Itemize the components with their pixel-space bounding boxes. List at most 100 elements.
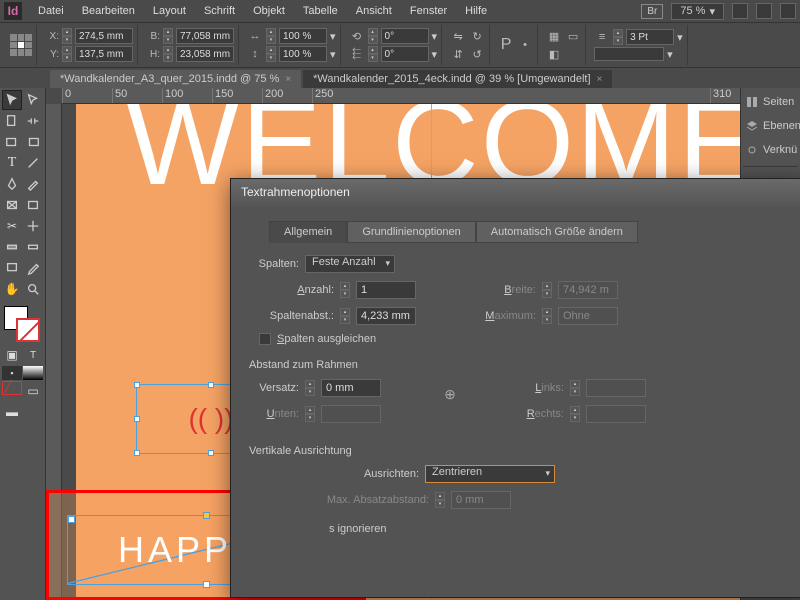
versatz-input[interactable] [321, 379, 381, 397]
ruler-horizontal[interactable]: 050100150200250310 [62, 88, 740, 104]
apply-color-icon[interactable]: ▪ [2, 366, 22, 380]
view-mode-preview[interactable]: ▬ [2, 402, 22, 422]
close-icon[interactable]: × [597, 74, 603, 85]
rechts-input [586, 405, 646, 423]
x-input[interactable] [75, 28, 133, 44]
maximum-input [558, 307, 618, 325]
free-transform-tool[interactable] [23, 216, 43, 236]
height-input[interactable] [176, 46, 234, 62]
type-tool[interactable]: T [2, 153, 22, 173]
toolbox: T ✂ ✋ ▣ T ▪ ╱ ▭ ▬ [0, 88, 46, 600]
fill-icon[interactable]: ▦ [546, 28, 562, 44]
scissors-tool[interactable]: ✂ [2, 216, 22, 236]
unten-label: Unten: [249, 408, 299, 420]
menu-objekt[interactable]: Objekt [245, 2, 293, 20]
screen-mode-button[interactable] [732, 3, 748, 19]
arrange-button[interactable] [756, 3, 772, 19]
content-collector-tool[interactable] [2, 132, 22, 152]
menu-schrift[interactable]: Schrift [196, 2, 243, 20]
panel-verknuepfungen[interactable]: Verknü [743, 140, 798, 160]
versatz-label: Versatz: [249, 382, 299, 394]
menu-fenster[interactable]: Fenster [402, 2, 455, 20]
breite-label: Breite: [476, 284, 536, 296]
maximum-label: Maximum: [476, 310, 536, 322]
menu-datei[interactable]: Datei [30, 2, 72, 20]
rectangle-tool[interactable] [23, 195, 43, 215]
menu-tabelle[interactable]: Tabelle [295, 2, 346, 20]
spalten-ausgleichen-checkbox[interactable]: Spalten ausgleichen [259, 333, 791, 345]
ausrichten-dropdown[interactable]: Zentrieren [425, 465, 555, 483]
rectangle-frame-tool[interactable] [2, 195, 22, 215]
hand-tool[interactable]: ✋ [2, 279, 22, 299]
link-inset-icon[interactable]: ⊕ [441, 379, 459, 409]
apply-none-icon[interactable]: ╱ [2, 381, 22, 395]
content-placer-tool[interactable] [23, 132, 43, 152]
text-frame-options-dialog: Textrahmenoptionen Allgemein Grundlinien… [230, 178, 800, 598]
panel-ebenen[interactable]: Ebenen [743, 116, 798, 136]
dialog-title[interactable]: Textrahmenoptionen [231, 179, 800, 207]
menu-ansicht[interactable]: Ansicht [348, 2, 400, 20]
selection-tool[interactable] [2, 90, 22, 110]
workspace-button[interactable] [780, 3, 796, 19]
apply-gradient-icon[interactable] [23, 366, 43, 380]
rotate-icon: ⟲ [349, 28, 365, 44]
stroke-style-dropdown[interactable] [594, 47, 664, 61]
corner-icon[interactable]: ◧ [546, 46, 562, 62]
width-input[interactable] [176, 28, 234, 44]
gradient-feather-tool[interactable] [23, 237, 43, 257]
eyedropper-tool[interactable] [23, 258, 43, 278]
scale-x-input[interactable] [279, 28, 327, 44]
links-label: Links: [519, 382, 564, 394]
zoom-tool[interactable] [23, 279, 43, 299]
flip-h-icon[interactable]: ⇋ [450, 28, 466, 44]
stroke-weight-input[interactable] [626, 29, 674, 45]
dialog-tab-auto[interactable]: Automatisch Größe ändern [476, 221, 638, 243]
rotate-ccw-icon[interactable]: ↺ [469, 46, 485, 62]
dialog-tab-grundlinien[interactable]: Grundlinienoptionen [347, 221, 475, 243]
formatting-container-icon[interactable]: ▣ [2, 345, 22, 365]
unten-input [321, 405, 381, 423]
scale-y-input[interactable] [279, 46, 327, 62]
page-tool[interactable] [2, 111, 22, 131]
scale-x-icon: ↔ [247, 28, 263, 44]
pen-tool[interactable] [2, 174, 22, 194]
menu-hilfe[interactable]: Hilfe [457, 2, 495, 20]
spaltenabst-input[interactable] [356, 307, 416, 325]
control-bar: X:▴▾ Y:▴▾ B:▴▾ H:▴▾ ↔▴▾▾ ↕▴▾▾ ⟲▴▾▾ ⬱▴▾▾ … [0, 22, 800, 68]
zoom-dropdown[interactable]: 75 %▾ [671, 3, 724, 20]
gradient-swatch-tool[interactable] [2, 237, 22, 257]
ignore-label: s ignorieren [329, 523, 791, 535]
app-icon: Id [4, 2, 22, 20]
ausrichten-label: Ausrichten: [349, 468, 419, 480]
rechts-label: Rechts: [519, 408, 564, 420]
tab-2[interactable]: *Wandkalender_2015_4eck.indd @ 39 % [Umg… [303, 70, 612, 88]
stroke-align-icon[interactable]: ▭ [565, 28, 581, 44]
view-mode-normal[interactable]: ▭ [23, 381, 43, 401]
document-tabs: *Wandkalender_A3_quer_2015.indd @ 75 %× … [0, 68, 800, 88]
flip-v-icon[interactable]: ⇵ [450, 46, 466, 62]
y-input[interactable] [75, 46, 133, 62]
tab-1[interactable]: *Wandkalender_A3_quer_2015.indd @ 75 %× [50, 70, 301, 88]
anzahl-input[interactable] [356, 281, 416, 299]
maxabs-label: Max. Absatzabstand: [309, 494, 429, 506]
direct-selection-tool[interactable] [23, 90, 43, 110]
pencil-tool[interactable] [23, 174, 43, 194]
formatting-text-icon[interactable]: T [23, 345, 43, 365]
dialog-tab-allgemein[interactable]: Allgemein [269, 221, 347, 243]
close-icon[interactable]: × [285, 74, 291, 85]
panel-seiten[interactable]: Seiten [743, 92, 798, 112]
spalten-type-dropdown[interactable]: Feste Anzahl [305, 255, 395, 273]
rotate-cw-icon[interactable]: ↻ [469, 28, 485, 44]
line-tool[interactable] [23, 153, 43, 173]
p-icon[interactable]: P [498, 37, 514, 53]
menu-layout[interactable]: Layout [145, 2, 194, 20]
breite-input [558, 281, 618, 299]
bridge-button[interactable]: Br [641, 4, 663, 19]
note-tool[interactable] [2, 258, 22, 278]
shear-input[interactable] [381, 46, 429, 62]
rotate-input[interactable] [381, 28, 429, 44]
fill-stroke-swatch[interactable] [2, 306, 43, 344]
gap-tool[interactable] [23, 111, 43, 131]
vertikale-section-label: Vertikale Ausrichtung [249, 445, 791, 457]
menu-bearbeiten[interactable]: Bearbeiten [74, 2, 143, 20]
